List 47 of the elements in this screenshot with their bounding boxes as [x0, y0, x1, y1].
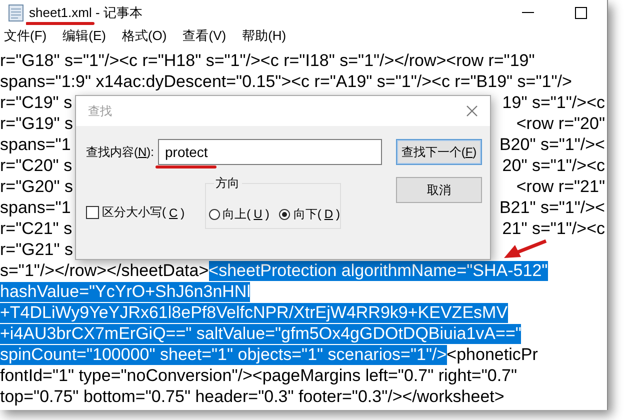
- text-line: r="C21" s: [0, 218, 72, 238]
- menu-item[interactable]: 格式(O): [120, 27, 169, 45]
- selected-text: spinCount="100000" sheet="1" objects="1" scenarios="1"/>: [0, 344, 447, 364]
- text-line: r="C19" s: [0, 92, 72, 112]
- notepad-icon: [8, 4, 24, 22]
- dialog-title: 查找: [88, 102, 112, 120]
- close-icon[interactable]: [466, 105, 478, 117]
- text-line: B20" s="1"/><: [499, 134, 606, 154]
- radio-button[interactable]: 向上( U ): [208, 206, 270, 222]
- text-line: spans="1:9" x14ac:dyDescent="0.15"><c r="A19" s="1"/><c r="B19" s="1"/>: [0, 72, 572, 92]
- find-input[interactable]: protect: [158, 139, 382, 165]
- annotation-underline: [155, 164, 217, 170]
- dialog-button[interactable]: 取消: [396, 177, 482, 203]
- text-line: r="G20" s: [0, 176, 74, 196]
- text-line: spans="1: [0, 134, 71, 154]
- text-line: <row r="20": [516, 114, 606, 134]
- window-title: sheet1.xml - 记事本: [29, 4, 142, 22]
- text-line: s="1"/></row></sheetData>: [0, 260, 209, 280]
- selected-text: +i4AU3brCX7mErGiQ==" saltValue="gfm5Ox4gGDOtDQBiuia1vA==": [0, 324, 522, 344]
- menu-item[interactable]: 查看(V): [180, 27, 228, 45]
- text-line: 19" s="1"/><c: [502, 92, 606, 112]
- menu-item[interactable]: 文件(F): [2, 27, 49, 45]
- find-label: 查找内容(N):: [86, 144, 154, 160]
- text-line: top="0.75" bottom="0.75" header="0.3" footer="0.3"/></worksheet>: [0, 386, 504, 406]
- selected-text: +T4DLiWy9YeYJRx61l8ePf8VelfcNPR/XtrEjW4RR9k9+KEVZEsMV: [0, 302, 508, 322]
- radio-button[interactable]: 向下( D ): [279, 206, 340, 222]
- text-line: 20" s="1"/><c: [502, 156, 606, 176]
- text-line: r="G19" s: [0, 114, 74, 134]
- text-line: <phoneticPr: [446, 344, 538, 364]
- text-line: <row r="21": [516, 176, 606, 196]
- selected-text: <sheetProtection algorithmName="SHA-512": [208, 260, 548, 280]
- maximize-icon[interactable]: [575, 7, 587, 19]
- text-line: r="C20" s: [0, 156, 72, 176]
- menu-item[interactable]: 编辑(E): [60, 27, 108, 45]
- minimize-icon[interactable]: [522, 12, 534, 14]
- text-line: fontId="1" type="noConversion"/><pageMargins left="0.7" right="0.7": [0, 366, 518, 386]
- match-case-checkbox[interactable]: 区分大小写( C ): [86, 204, 185, 221]
- text-line: r="G18" s="1"/><c r="H18" s="1"/><c r="I18" s="1"/></row><row r="19": [0, 50, 535, 70]
- text-line: B21" s="1"/><: [499, 198, 606, 218]
- menu-item[interactable]: 帮助(H): [240, 27, 288, 45]
- annotation-underline: [26, 21, 96, 26]
- text-line: r="G21" s: [0, 240, 74, 260]
- annotation-arrow: [502, 239, 548, 259]
- text-line: 21" s="1"/><c: [502, 218, 606, 238]
- text-line: spans="1: [0, 198, 71, 218]
- selected-text: hashValue="YcYrO+ShJ6n3nHNl: [0, 282, 250, 302]
- dialog-button[interactable]: 查找下一个(F): [396, 139, 482, 165]
